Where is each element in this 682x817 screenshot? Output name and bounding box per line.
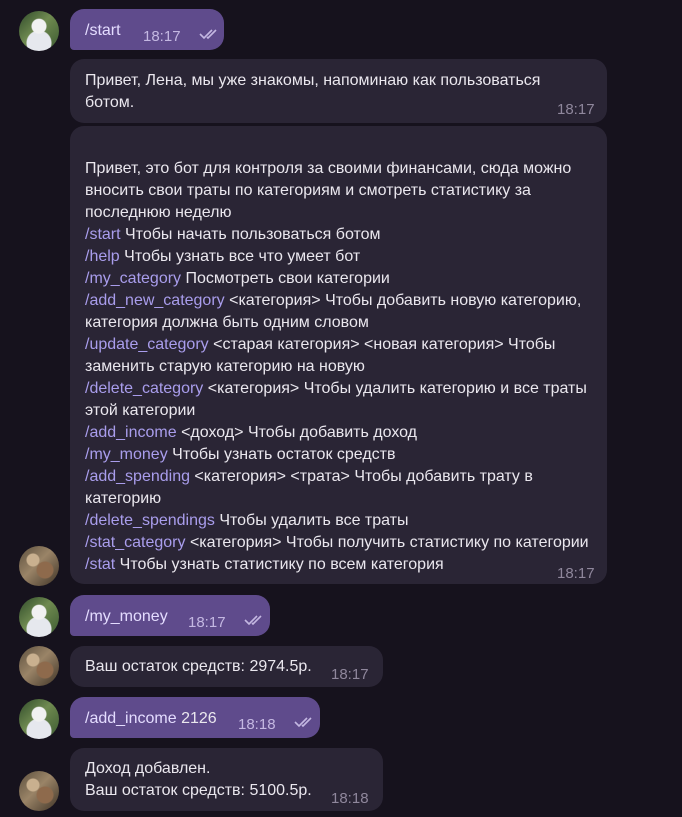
command-description: Чтобы узнать остаток средств	[167, 446, 396, 463]
bot-avatar[interactable]	[19, 546, 59, 586]
message-text: Ваш остаток средств: 5100.5р.	[85, 782, 312, 799]
message-text: Ваш остаток средств: 2974.5р.	[85, 658, 312, 675]
command-link[interactable]: /start	[85, 226, 121, 243]
help-text: Привет, это бот для контроля за своими ф…	[85, 158, 600, 576]
command-link[interactable]: /add_income	[85, 710, 177, 727]
user-avatar[interactable]	[19, 699, 59, 739]
outgoing-message[interactable]: /add_income 2126 18:18	[70, 697, 320, 738]
message-text: Привет, Лена, мы уже знакомы, напоминаю …	[85, 72, 541, 111]
message-time: 18:17	[188, 614, 226, 631]
command-link[interactable]: /add_new_category	[85, 292, 225, 309]
bot-avatar[interactable]	[19, 646, 59, 686]
message-time: 18:18	[331, 790, 369, 807]
double-check-icon	[244, 615, 262, 626]
message-time: 18:17	[557, 565, 595, 582]
command-description: <доход> Чтобы добавить доход	[176, 424, 418, 441]
double-check-icon	[199, 29, 217, 40]
outgoing-message[interactable]: /my_money 18:17	[70, 595, 270, 636]
message-time: 18:17	[557, 101, 595, 118]
bot-avatar[interactable]	[19, 771, 59, 811]
user-avatar[interactable]	[19, 597, 59, 637]
command-description: Посмотреть свои категории	[181, 270, 390, 287]
command-description: Чтобы удалить все траты	[214, 512, 409, 529]
command-link[interactable]: /delete_spendings	[85, 512, 215, 529]
command-link[interactable]: /add_income	[85, 424, 177, 441]
outgoing-message[interactable]: /start 18:17	[70, 9, 224, 50]
command-link[interactable]: /stat	[85, 556, 115, 573]
command-link[interactable]: /stat_category	[85, 534, 186, 551]
command-link[interactable]: /my_money	[85, 606, 168, 628]
user-avatar[interactable]	[19, 11, 59, 51]
command-link[interactable]: /delete_category	[85, 380, 203, 397]
command-link[interactable]: /help	[85, 248, 120, 265]
message-time: 18:17	[143, 28, 181, 45]
command-link[interactable]: /my_category	[85, 270, 181, 287]
command-link[interactable]: /update_category	[85, 336, 209, 353]
incoming-message[interactable]: Доход добавлен. Ваш остаток средств: 510…	[70, 748, 383, 811]
command-link[interactable]: /add_spending	[85, 468, 190, 485]
command-description: Чтобы начать пользоваться ботом	[120, 226, 381, 243]
message-text: 2126	[176, 710, 217, 727]
message-time: 18:18	[238, 716, 276, 733]
help-intro: Привет, это бот для контроля за своими ф…	[85, 160, 572, 221]
command-description: <категория> Чтобы получить статистику по…	[185, 534, 589, 551]
incoming-message[interactable]: Ваш остаток средств: 2974.5р. 18:17	[70, 646, 383, 687]
message-text: Доход добавлен.	[85, 760, 211, 777]
incoming-message[interactable]: Привет, Лена, мы уже знакомы, напоминаю …	[70, 59, 607, 123]
command-description: Чтобы узнать статистику по всем категори…	[115, 556, 444, 573]
command-link[interactable]: /my_money	[85, 446, 168, 463]
double-check-icon	[294, 717, 312, 728]
message-time: 18:17	[331, 666, 369, 683]
help-message[interactable]: Привет, это бот для контроля за своими ф…	[70, 126, 607, 584]
command-description: Чтобы узнать все что умеет бот	[119, 248, 361, 265]
command-link[interactable]: /start	[85, 20, 121, 42]
